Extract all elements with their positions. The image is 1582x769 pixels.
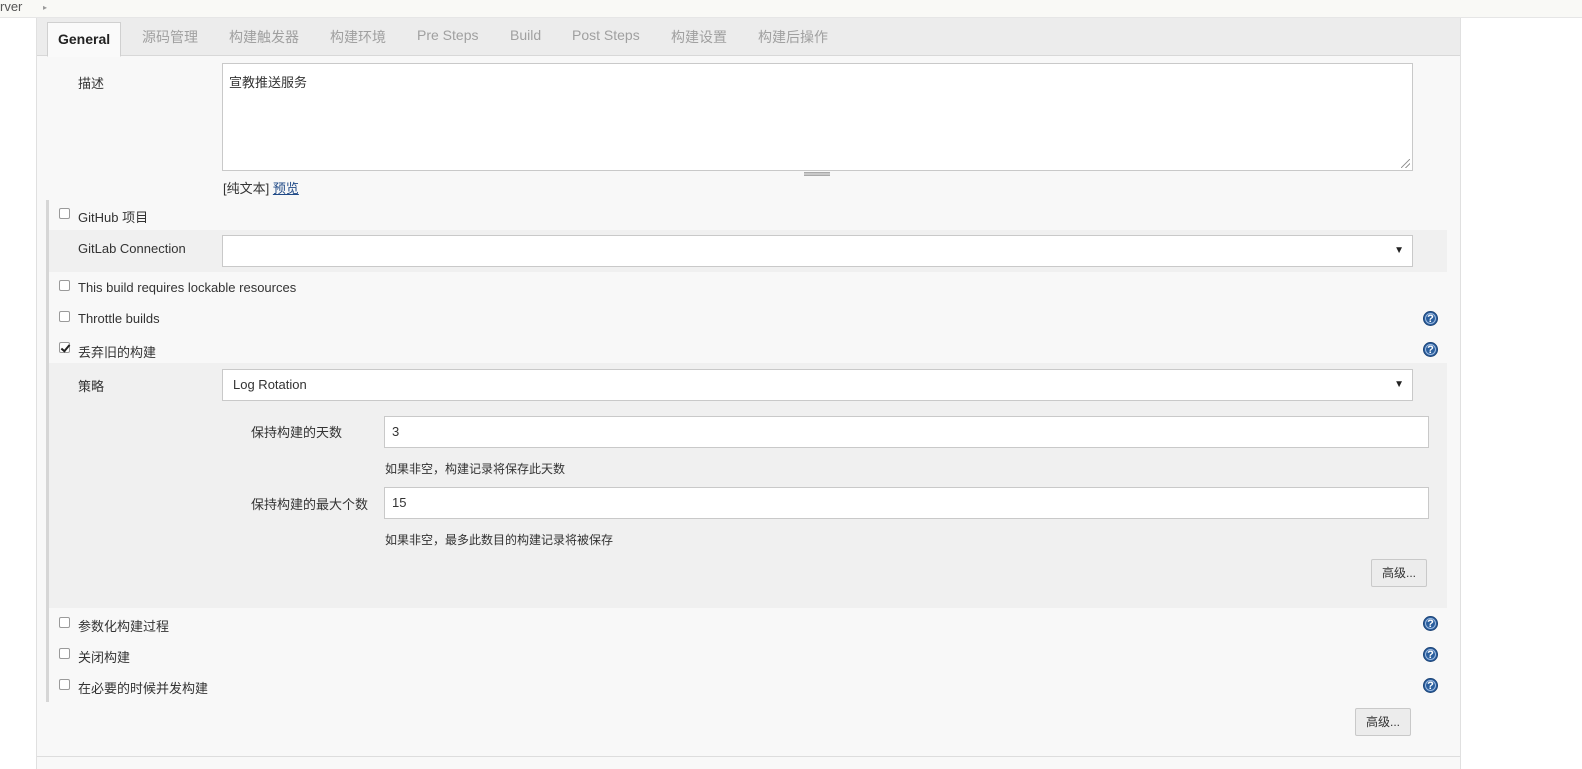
preview-link[interactable]: 预览	[273, 181, 299, 196]
gitlab-connection-label: GitLab Connection	[78, 241, 186, 256]
github-project-label: GitHub 项目	[78, 210, 149, 225]
help-icon[interactable]: ?	[1423, 311, 1438, 326]
gitlab-connection-select[interactable]: ▼	[222, 235, 1413, 267]
strategy-advanced-button[interactable]: 高级...	[1371, 559, 1427, 587]
disable-build-label: 关闭构建	[78, 650, 131, 665]
throttle-builds-checkbox[interactable]	[59, 311, 70, 322]
throttle-builds-label: Throttle builds	[78, 311, 160, 326]
max-builds-input[interactable]: 15	[384, 487, 1429, 519]
tab-pre-steps[interactable]: Pre Steps	[417, 27, 478, 43]
help-icon[interactable]: ?	[1423, 678, 1438, 693]
tab-build-settings[interactable]: 构建设置	[671, 27, 727, 47]
tab-scm[interactable]: 源码管理	[142, 27, 198, 47]
breadcrumb-bar: rver ▸	[0, 0, 1582, 18]
strategy-select[interactable]: Log Rotation ▼	[222, 369, 1413, 401]
days-to-keep-hint: 如果非空，构建记录将保存此天数	[385, 462, 566, 476]
resize-icon[interactable]	[1401, 159, 1410, 168]
parameterized-checkbox[interactable]	[59, 617, 70, 628]
disable-build-checkbox[interactable]	[59, 648, 70, 659]
description-label: 描述	[78, 76, 105, 91]
days-to-keep-label: 保持构建的天数	[251, 425, 343, 440]
chevron-down-icon: ▼	[1394, 379, 1404, 390]
help-icon[interactable]: ?	[1423, 342, 1438, 357]
concurrent-build-checkbox[interactable]	[59, 679, 70, 690]
textarea-grip-icon[interactable]	[804, 172, 830, 176]
description-text: 宣教推送服务	[229, 75, 308, 90]
lockable-resources-label: This build requires lockable resources	[78, 280, 297, 295]
help-icon[interactable]: ?	[1423, 616, 1438, 631]
concurrent-build-label: 在必要的时候并发构建	[78, 681, 209, 696]
tab-bar: General 源码管理 构建触发器 构建环境 Pre Steps Build …	[37, 18, 1460, 57]
breadcrumb-item[interactable]: rver	[0, 0, 22, 14]
help-icon[interactable]: ?	[1423, 647, 1438, 662]
strategy-label: 策略	[78, 379, 105, 394]
tab-general[interactable]: General	[47, 22, 122, 57]
discard-old-builds-checkbox[interactable]	[59, 342, 70, 353]
max-builds-hint: 如果非空，最多此数目的构建记录将被保存	[385, 533, 614, 547]
description-textarea[interactable]: 宣教推送服务	[222, 63, 1413, 171]
breadcrumb-arrow-icon[interactable]: ▸	[43, 3, 47, 12]
tab-post-steps[interactable]: Post Steps	[572, 27, 640, 43]
chevron-down-icon: ▼	[1394, 245, 1404, 256]
days-to-keep-input[interactable]: 3	[384, 416, 1429, 448]
config-panel: General 源码管理 构建触发器 构建环境 Pre Steps Build …	[36, 18, 1461, 769]
tab-build-env[interactable]: 构建环境	[330, 27, 386, 47]
advanced-button[interactable]: 高级...	[1355, 708, 1411, 736]
github-project-checkbox[interactable]	[59, 208, 70, 219]
max-builds-label: 保持构建的最大个数	[251, 497, 369, 512]
strategy-value: Log Rotation	[233, 377, 307, 392]
section-divider	[37, 756, 1460, 757]
tab-build[interactable]: Build	[510, 27, 541, 43]
parameterized-label: 参数化构建过程	[78, 619, 170, 634]
lockable-resources-checkbox[interactable]	[59, 280, 70, 291]
description-format: [纯文本] 预览	[223, 178, 299, 197]
tab-triggers[interactable]: 构建触发器	[229, 27, 299, 47]
tab-post-build[interactable]: 构建后操作	[758, 27, 828, 47]
discard-old-builds-label: 丢弃旧的构建	[78, 345, 157, 360]
plain-text-label: [纯文本]	[223, 181, 270, 196]
